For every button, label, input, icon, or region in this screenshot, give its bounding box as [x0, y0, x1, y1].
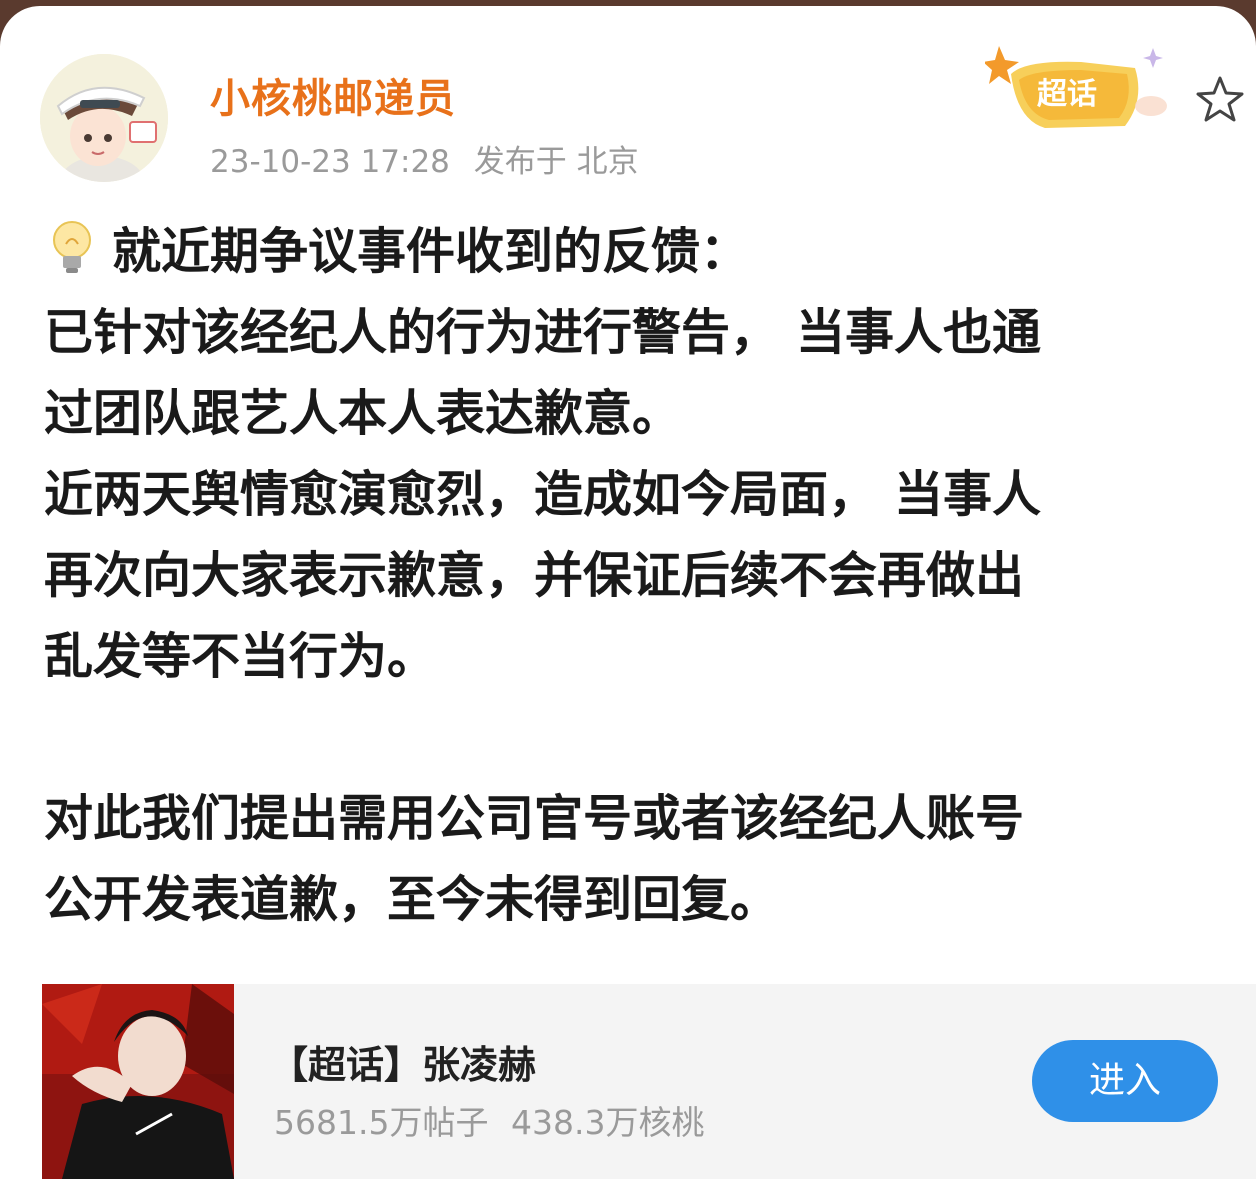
post-location: 发布于 北京: [473, 144, 639, 180]
topic-member-count: 438.3万核桃: [510, 1103, 705, 1142]
content-line-4: 近两天舆情愈演愈烈，造成如今局面， 当事人: [44, 466, 1042, 523]
content-line-5: 再次向大家表示歉意，并保证后续不会再做出: [44, 547, 1025, 604]
content-line-2: 已针对该经纪人的行为进行警告， 当事人也通: [44, 304, 1042, 361]
avatar-illustration: [40, 54, 168, 182]
badge-label: 超话: [1037, 77, 1097, 112]
post-meta: 23-10-23 17:28 发布于 北京: [210, 136, 639, 181]
super-topic-badge-icon[interactable]: 超话: [983, 40, 1170, 140]
enter-button[interactable]: 进入: [1032, 1040, 1218, 1122]
badge-graphic: 超话: [983, 46, 1167, 128]
favorite-star: [1196, 76, 1244, 122]
content-line-9: 公开发表道歉，至今未得到回复。: [44, 871, 780, 928]
topic-stats: 5681.5万帖子 438.3万核桃: [274, 1096, 704, 1144]
topic-thumbnail: [42, 984, 234, 1179]
post-content: 就近期争议事件收到的反馈： 已针对该经纪人的行为进行警告， 当事人也通 过团队跟…: [44, 211, 1214, 940]
star-outline-icon[interactable]: [1192, 72, 1248, 128]
author-name[interactable]: 小核桃邮递员: [210, 66, 456, 124]
content-line-6: 乱发等不当行为。: [44, 628, 437, 685]
content-line-1: 就近期争议事件收到的反馈：: [44, 211, 1214, 292]
content-line-3: 过团队跟艺人本人表达歉意。: [44, 385, 682, 442]
super-topic-card[interactable]: 【超话】张凌赫 5681.5万帖子 438.3万核桃 进入: [42, 984, 1256, 1179]
topic-post-count: 5681.5万帖子: [274, 1103, 489, 1142]
content-line-7: [44, 697, 1214, 778]
content-text: 就近期争议事件收到的反馈：: [112, 223, 750, 280]
post-card: 小核桃邮递员 23-10-23 17:28 发布于 北京 超话 就近期争议事件收…: [0, 6, 1256, 1179]
lightbulb-icon: [44, 216, 100, 276]
avatar[interactable]: [40, 54, 168, 182]
post-timestamp: 23-10-23 17:28: [210, 144, 450, 180]
content-line-8: 对此我们提出需用公司官号或者该经纪人账号: [44, 790, 1025, 847]
topic-title: 【超话】张凌赫: [270, 1043, 537, 1087]
